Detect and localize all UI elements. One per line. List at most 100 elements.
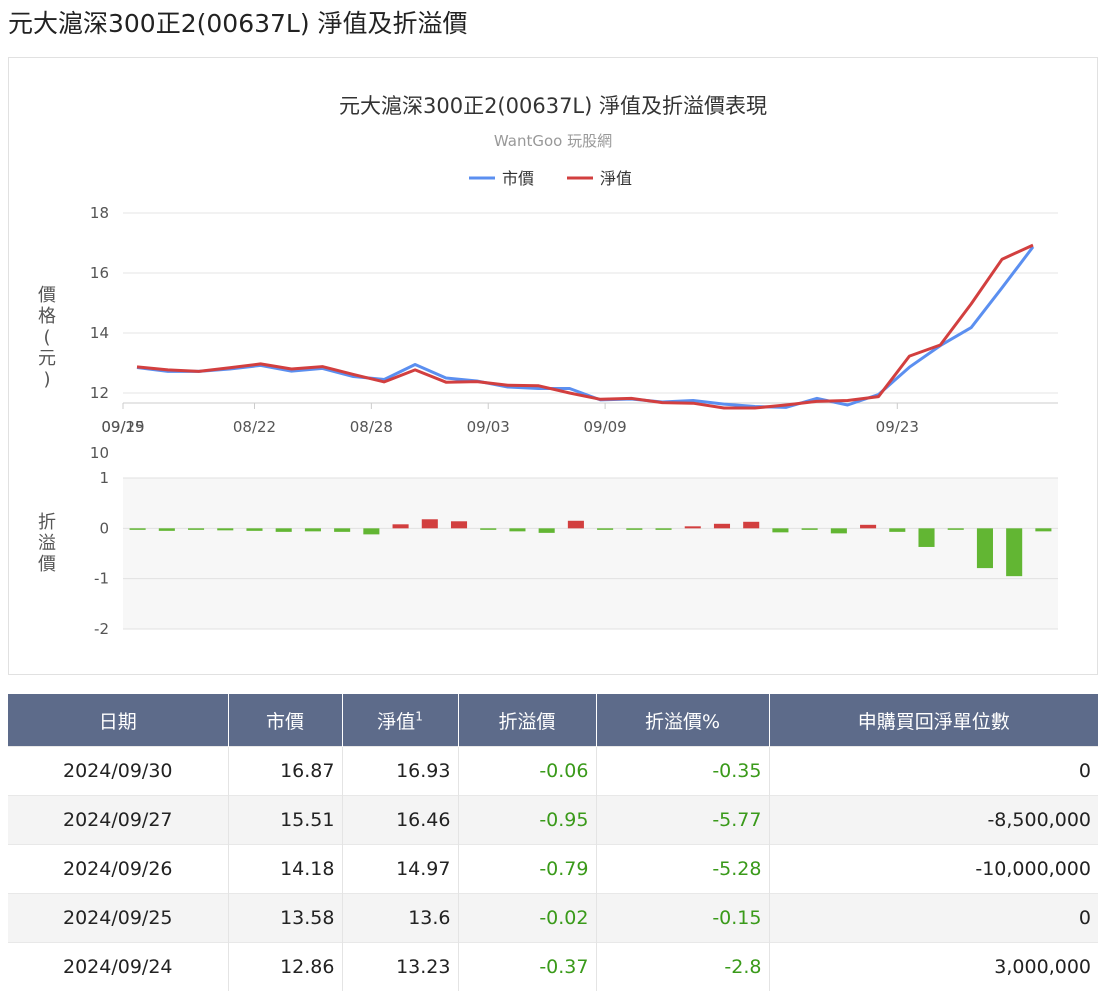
price-x-tick-label: 09/29 — [101, 418, 144, 436]
premium-bar — [1006, 528, 1023, 577]
legend-label-0: 市價 — [502, 169, 534, 188]
premium-bar — [684, 526, 701, 529]
legend-label-1: 淨值 — [600, 169, 632, 188]
premium-axis-tick: 1 — [99, 469, 109, 487]
header-premium-pct[interactable]: 折溢價% — [596, 694, 770, 747]
premium-bar — [772, 528, 789, 533]
premium-bar — [743, 521, 760, 529]
premium-bar — [509, 528, 526, 532]
premium-bar — [947, 528, 964, 530]
premium-bar — [421, 519, 438, 529]
premium-bar — [480, 528, 497, 530]
header-premium[interactable]: 折溢價 — [458, 694, 597, 747]
premium-bar — [860, 524, 877, 529]
premium-bar — [363, 528, 380, 535]
premium-bar — [567, 520, 584, 529]
cell-premium-pct: -5.77 — [596, 795, 770, 845]
premium-axis-title: 折溢價 — [38, 512, 56, 575]
premium-bar — [976, 528, 993, 569]
header-units[interactable]: 申購買回淨單位數 — [769, 694, 1098, 747]
premium-bar — [304, 528, 321, 532]
chart-title: 元大滬深300正2(00637L) 淨值及折溢價表現 — [339, 94, 767, 118]
header-nav-label: 淨值 — [377, 710, 416, 733]
cell-premium: -0.02 — [458, 893, 597, 943]
premium-panel-background — [123, 478, 1058, 629]
table-row: 2024/09/26 14.18 14.97 -0.79 -5.28 -10,000,00… — [8, 844, 1098, 894]
cell-units: 0 — [769, 746, 1098, 796]
cell-nav: 14.97 — [342, 844, 459, 894]
premium-bar — [188, 528, 205, 530]
price-x-tick-label: 09/03 — [467, 418, 510, 436]
nav-table: 日期 市價 淨值1 折溢價 折溢價% 申購買回淨單位數 2024/09/30 16… — [8, 694, 1098, 991]
cell-price: 13.58 — [228, 893, 343, 943]
cell-nav: 13.6 — [342, 893, 459, 943]
price-axis-tick: 12 — [90, 384, 109, 402]
chart-card: 元大滬深300正2(00637L) 淨值及折溢價表現 WantGoo 玩股網市價 淨… — [8, 57, 1098, 675]
premium-bar — [655, 528, 672, 530]
premium-bar — [392, 524, 409, 529]
premium-bar — [217, 528, 234, 531]
cell-premium-pct: -2.8 — [596, 942, 770, 991]
table-row: 2024/09/27 15.51 16.46 -0.95 -5.77 -8,500,000 — [8, 795, 1098, 845]
header-price[interactable]: 市價 — [228, 694, 343, 747]
series-line-0 — [136, 245, 1035, 409]
cell-units: 0 — [769, 893, 1098, 943]
cell-units: -8,500,000 — [769, 795, 1098, 845]
premium-axis-tick: -1 — [94, 570, 109, 588]
premium-bar — [830, 528, 847, 534]
premium-bar — [918, 528, 935, 547]
cell-date: 2024/09/30 — [8, 746, 229, 796]
premium-axis-tick: 0 — [99, 519, 109, 537]
premium-axis-tick: -2 — [94, 620, 109, 638]
cell-units: 3,000,000 — [769, 942, 1098, 991]
cell-premium-pct: -5.28 — [596, 844, 770, 894]
cell-date: 2024/09/25 — [8, 893, 229, 943]
cell-premium: -0.79 — [458, 844, 597, 894]
cell-premium-pct: -0.35 — [596, 746, 770, 796]
cell-date: 2024/09/26 — [8, 844, 229, 894]
cell-date: 2024/09/27 — [8, 795, 229, 845]
price-x-tick-label: 09/23 — [876, 418, 919, 436]
cell-premium: -0.37 — [458, 942, 597, 991]
chart-subtitle: WantGoo 玩股網 — [494, 132, 612, 150]
premium-bar — [158, 528, 175, 531]
cell-premium: -0.95 — [458, 795, 597, 845]
price-axis-title: 價格(元) — [38, 285, 56, 390]
table-row: 2024/09/24 12.86 13.23 -0.37 -2.8 3,000,000 — [8, 942, 1098, 991]
series-line-1 — [136, 243, 1034, 410]
premium-bar — [275, 528, 292, 532]
price-x-tick-label: 08/22 — [233, 418, 276, 436]
premium-bar — [129, 528, 146, 530]
cell-nav: 13.23 — [342, 942, 459, 991]
premium-bar — [450, 521, 468, 529]
price-axis-tick: 18 — [90, 204, 109, 222]
cell-price: 14.18 — [228, 844, 343, 894]
price-x-tick-label: 09/09 — [583, 418, 626, 436]
premium-bar — [626, 528, 643, 530]
cell-price: 15.51 — [228, 795, 343, 845]
cell-price: 16.87 — [228, 746, 343, 796]
price-axis-tick: 16 — [90, 264, 109, 282]
premium-bar — [597, 528, 614, 530]
cell-premium: -0.06 — [458, 746, 597, 796]
cell-nav: 16.93 — [342, 746, 459, 796]
header-date[interactable]: 日期 — [8, 694, 229, 747]
header-nav[interactable]: 淨值1 — [342, 694, 459, 747]
premium-bar — [713, 523, 731, 529]
price-axis-tick: 14 — [90, 324, 109, 342]
premium-bar — [1035, 528, 1052, 532]
premium-bar — [889, 528, 906, 532]
table-row: 2024/09/25 13.58 13.6 -0.02 -0.15 0 — [8, 893, 1098, 943]
premium-bar — [538, 528, 555, 533]
table-row: 2024/09/30 16.87 16.93 -0.06 -0.35 0 — [8, 746, 1098, 796]
table-header-row: 日期 市價 淨值1 折溢價 折溢價% 申購買回淨單位數 — [8, 694, 1098, 747]
cell-price: 12.86 — [228, 942, 343, 991]
cell-nav: 16.46 — [342, 795, 459, 845]
price-axis-tick: 10 — [90, 444, 109, 462]
cell-units: -10,000,000 — [769, 844, 1098, 894]
premium-bar — [334, 528, 351, 532]
price-x-tick-label: 08/28 — [350, 418, 393, 436]
footnote-marker: 1 — [415, 709, 423, 724]
nav-premium-chart: 元大滬深300正2(00637L) 淨值及折溢價表現 WantGoo 玩股網市價 淨… — [38, 94, 1058, 638]
page-title: 元大滬深300正2(00637L) 淨值及折溢價 — [8, 9, 468, 38]
